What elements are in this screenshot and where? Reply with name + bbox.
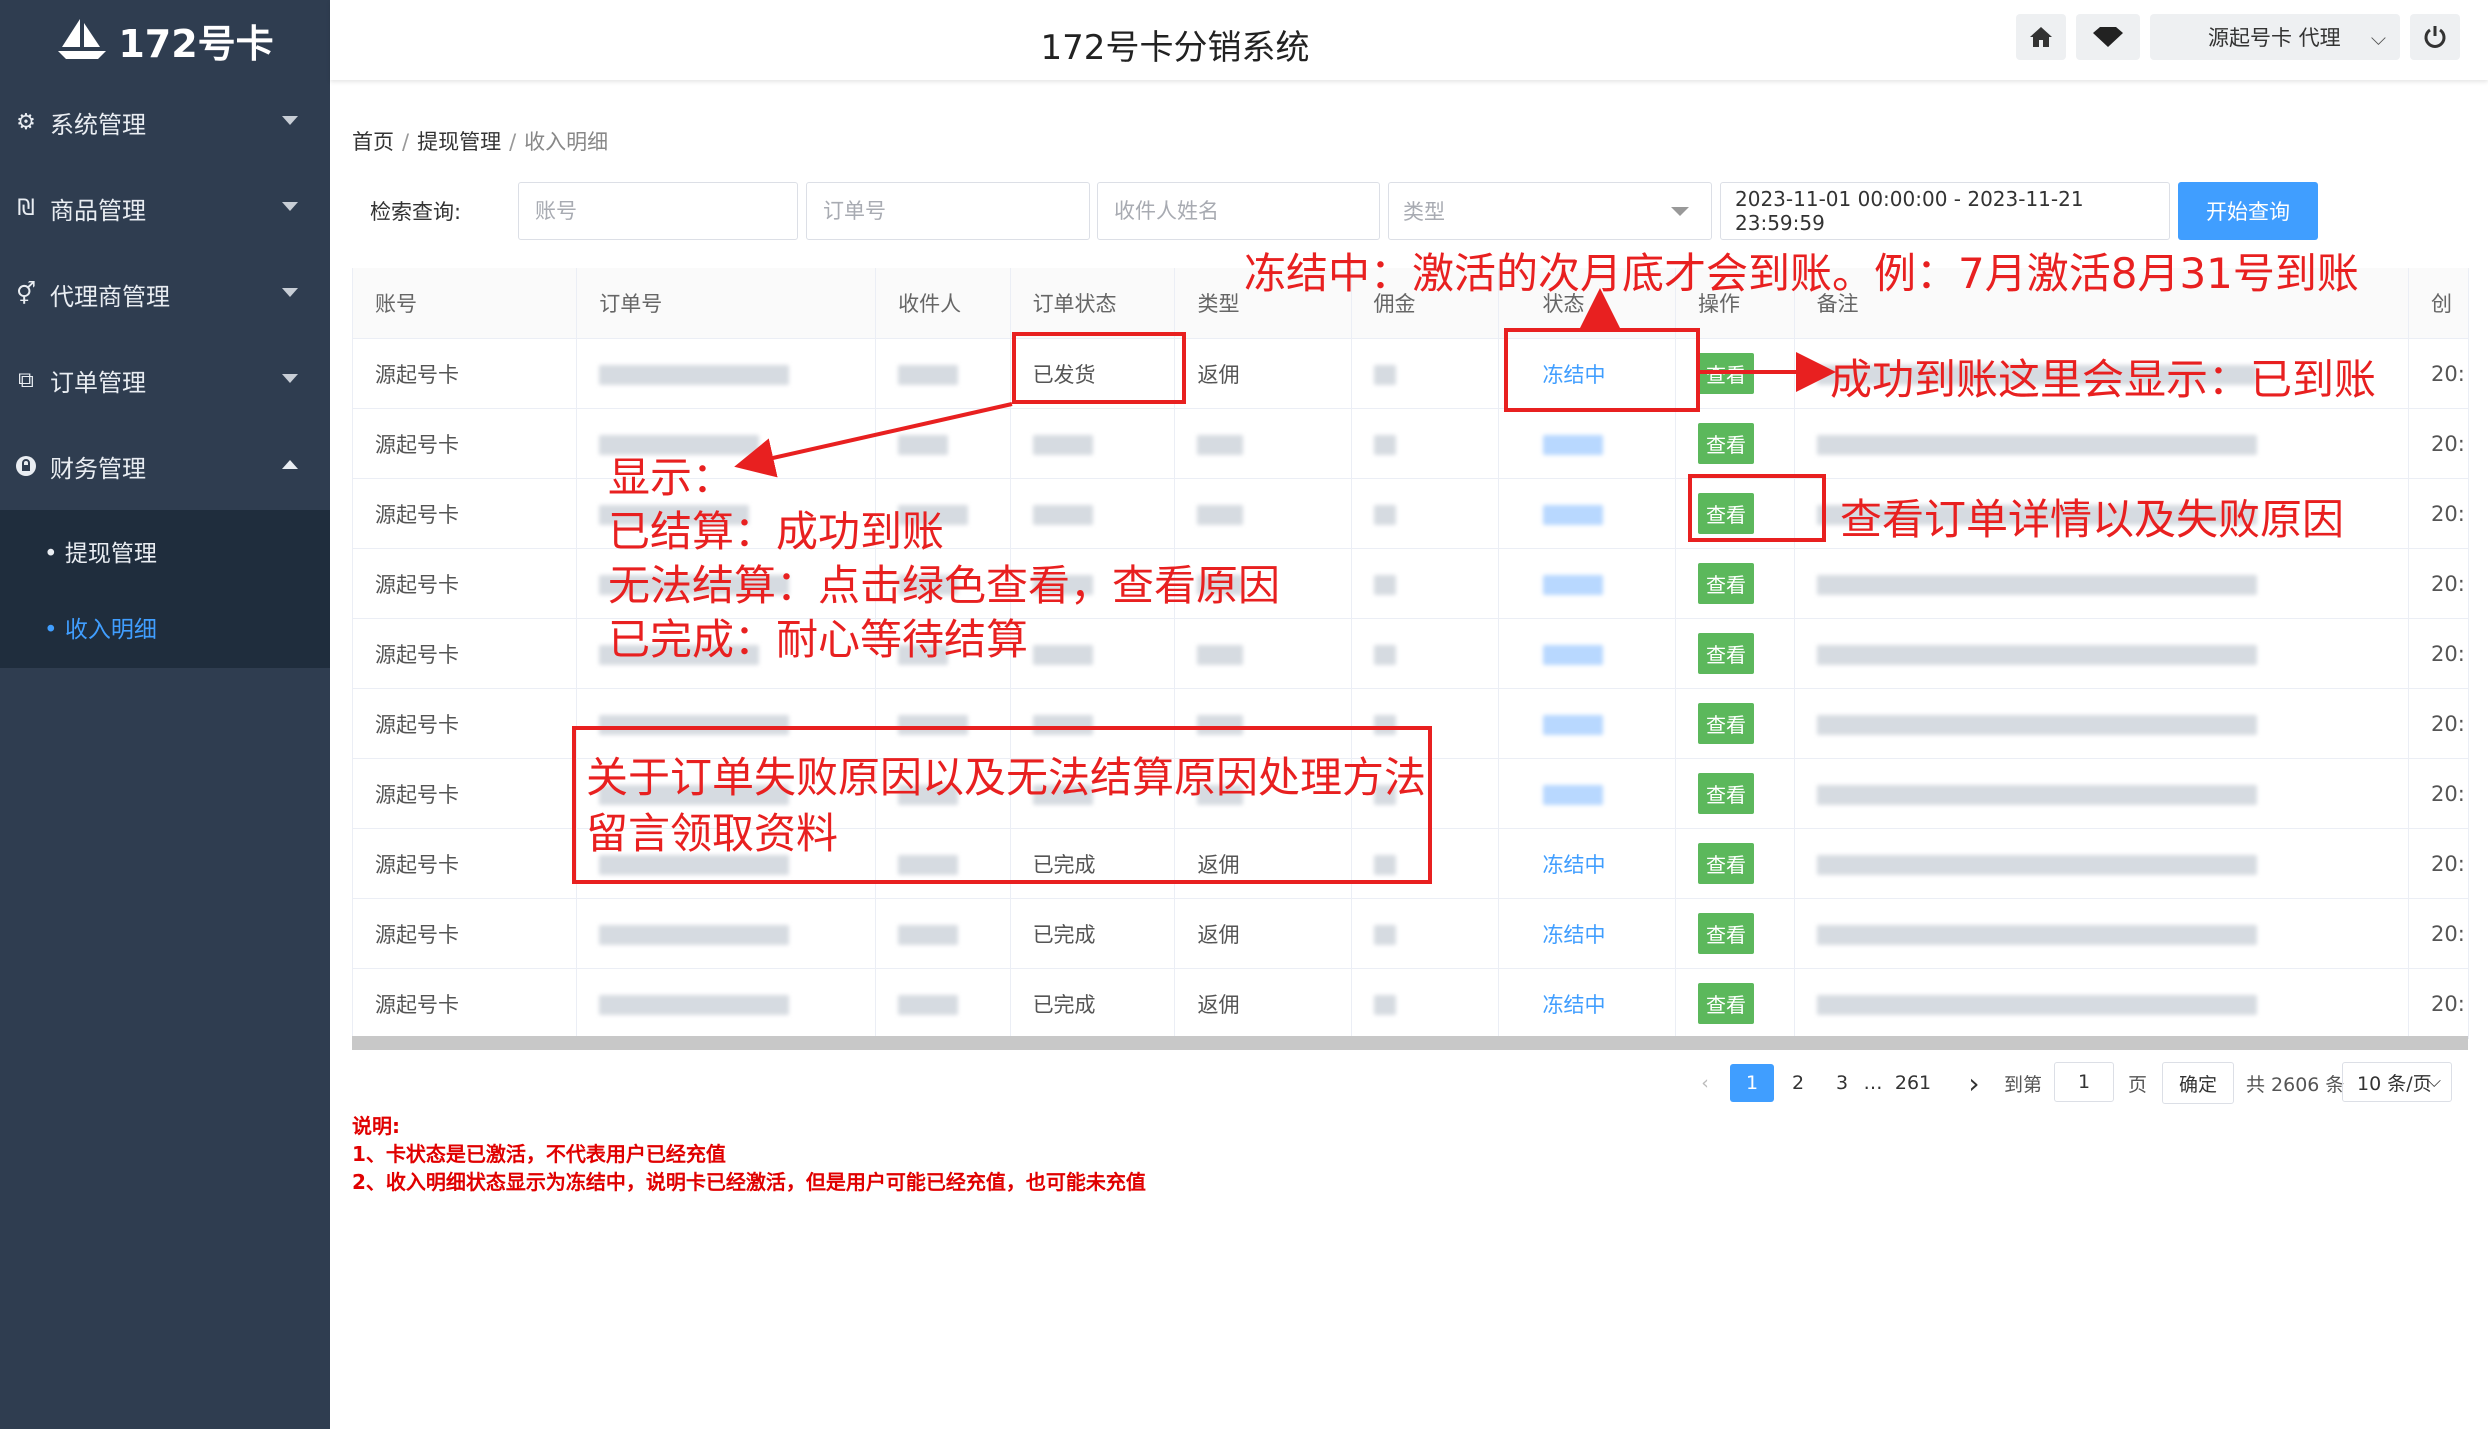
annotation-show-title: 显示： [608,453,735,502]
annotation-show-line-2: 无法结算：点击绿色查看，查看原因 [608,561,1281,610]
annotation-contact-line-1: 关于订单失败原因以及无法结算原因处理方法 [586,753,1427,802]
annotation-contact-line-2: 留言领取资料 [586,809,839,858]
arrow-to-show-note [734,402,1013,478]
annotation-arrows [734,288,1836,478]
annotation-show-line-3: 已完成：耐心等待结算 [608,615,1029,664]
annotation-frozen-note: 冻结中：激活的次月底才会到账。例：7月激活8月31号到账 [1244,249,2359,298]
annotation-success-note: 成功到账这里会显示：已到账 [1830,355,2377,404]
annotation-show-line-1: 已结算：成功到账 [608,507,945,556]
annotation-view-note: 查看订单详情以及失败原因 [1840,495,2345,544]
